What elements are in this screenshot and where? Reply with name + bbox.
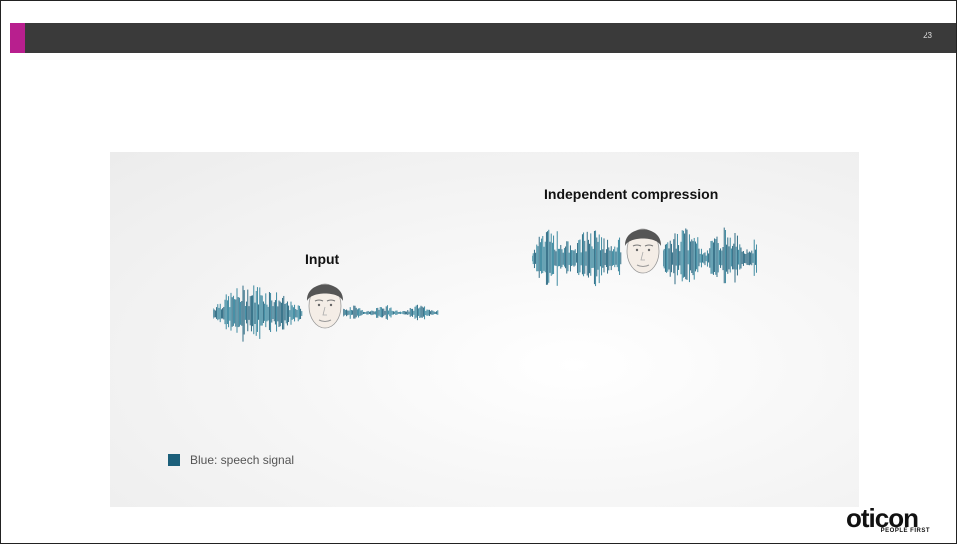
legend-swatch [168, 454, 180, 466]
face-icon [624, 228, 662, 274]
speech-waveform-left [532, 229, 622, 287]
header-notch [904, 31, 928, 41]
logo-wordmark: oticon [846, 503, 919, 533]
oticon-logo: oticon PEOPLE FIRST [834, 503, 930, 534]
compression-label: Independent compression [544, 186, 719, 202]
header-bar: 23 [10, 23, 956, 53]
noise-waveform-right [663, 227, 757, 285]
noise-waveform-right [343, 304, 439, 321]
legend: Blue: speech signal [168, 453, 294, 467]
face-icon [306, 283, 344, 329]
accent-strip [10, 23, 25, 53]
slide: 23 Input Independent compression Blue: s… [0, 0, 957, 544]
legend-text: Blue: speech signal [190, 453, 295, 467]
input-label: Input [305, 251, 340, 267]
speech-waveform-left [213, 285, 303, 342]
